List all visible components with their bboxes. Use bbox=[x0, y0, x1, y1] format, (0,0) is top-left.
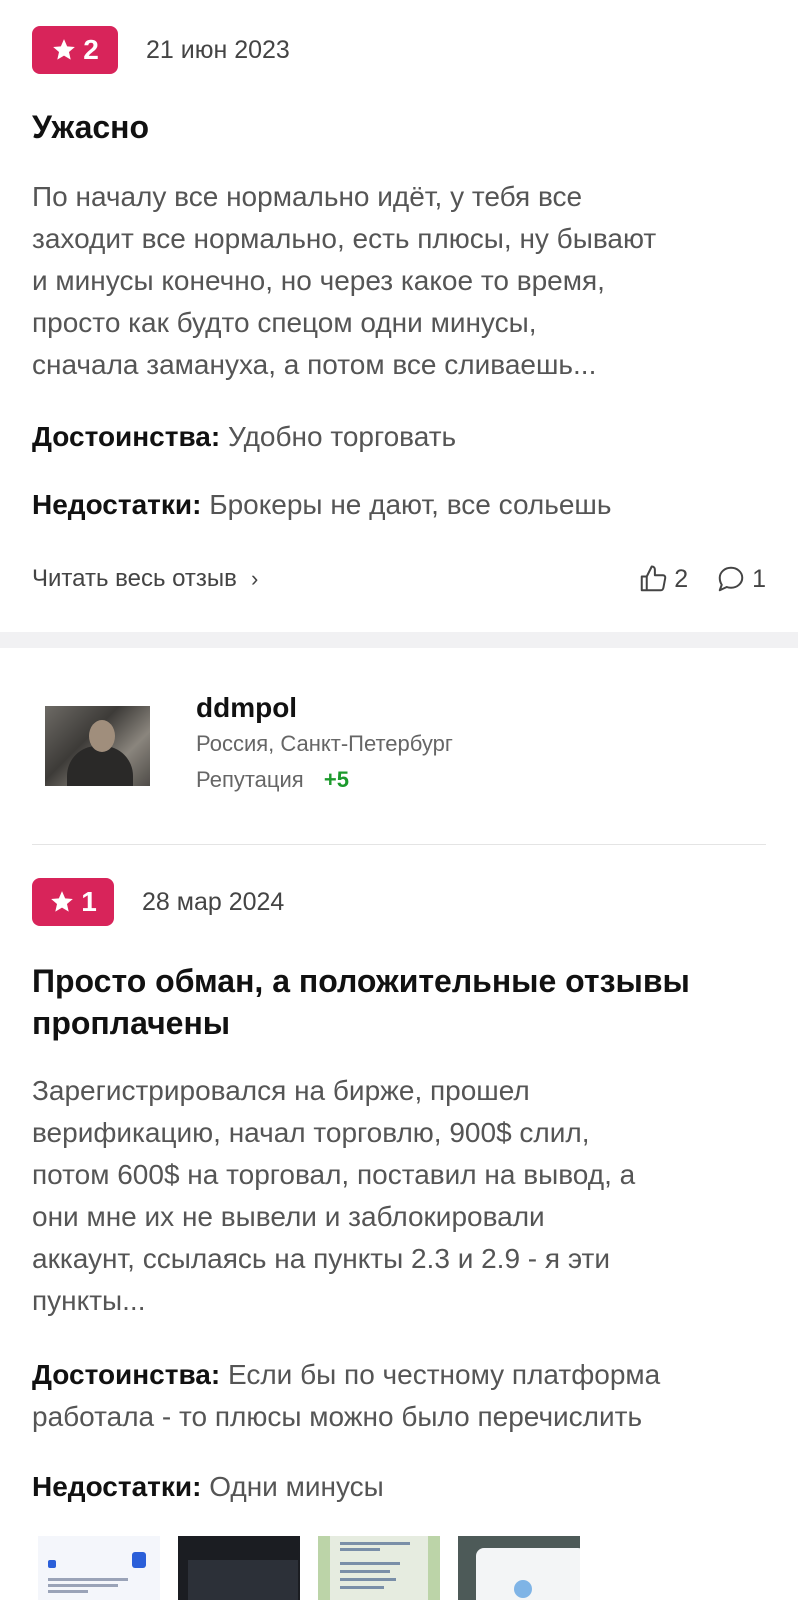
review-pros: Достоинства: Удобно торговать bbox=[32, 416, 456, 458]
review-counters: 2 1 bbox=[610, 564, 766, 594]
cons-text: Одни минусы bbox=[209, 1471, 384, 1502]
review-text-line: просто как будто спецом одни минусы, bbox=[32, 307, 537, 338]
review-text-line: сначала замануха, а потом все сливаешь..… bbox=[32, 349, 597, 380]
review-text-line: Зарегистрировался на бирже, прошел bbox=[32, 1075, 530, 1106]
review-date: 21 июн 2023 bbox=[146, 35, 290, 64]
comment-button[interactable]: 1 bbox=[716, 564, 766, 594]
review-text-line: аккаунт, ссылаясь на пункты 2.3 и 2.9 - … bbox=[32, 1243, 610, 1274]
pros-text: Если бы по честному платформа bbox=[227, 1359, 661, 1390]
review-date: 28 мар 2024 bbox=[142, 887, 285, 916]
reputation-label: Репутация bbox=[196, 767, 304, 792]
photo-thumbnail[interactable] bbox=[458, 1536, 580, 1600]
pros-label: Достоинства: bbox=[32, 1359, 221, 1390]
cons-text: Брокеры не дают, все сольешь bbox=[209, 489, 612, 520]
divider bbox=[32, 844, 766, 845]
thumbs-up-icon bbox=[640, 565, 667, 592]
pros-line: Достоинства: Если бы по честному платфор… bbox=[32, 1354, 782, 1396]
photo-thumbnail[interactable] bbox=[318, 1536, 440, 1600]
reviewer-reputation: Репутация +5 bbox=[196, 762, 453, 798]
reviewer-profile[interactable]: ddmpol Россия, Санкт-Петербург Репутация… bbox=[45, 690, 453, 798]
pros-text: работала - то плюсы можно было перечисли… bbox=[32, 1401, 643, 1432]
review-footer: Читать весь отзыв › 2 1 bbox=[32, 564, 766, 594]
review-text[interactable]: По началу все нормально идёт, у тебя все… bbox=[32, 176, 772, 386]
rating-badge: 1 bbox=[32, 878, 114, 926]
review-title[interactable]: Ужасно bbox=[32, 106, 149, 148]
review-title-line: проплачены bbox=[32, 1005, 231, 1041]
review-text[interactable]: Зарегистрировался на бирже, прошел вериф… bbox=[32, 1070, 772, 1322]
review-meta: 1 28 мар 2024 bbox=[32, 878, 284, 926]
read-full-review-link[interactable]: Читать весь отзыв › bbox=[32, 565, 258, 593]
star-icon bbox=[53, 39, 76, 60]
comment-icon bbox=[718, 566, 744, 592]
reputation-value: +5 bbox=[323, 767, 349, 792]
chevron-right-icon: › bbox=[250, 566, 259, 591]
rating-value: 2 bbox=[83, 34, 99, 65]
cons-label: Недостатки: bbox=[32, 1471, 202, 1502]
rating-badge: 2 bbox=[32, 26, 118, 74]
review-text-line: пункты... bbox=[32, 1285, 146, 1316]
review-photos bbox=[38, 1536, 598, 1600]
reviewer-info: ddmpol Россия, Санкт-Петербург Репутация… bbox=[196, 690, 453, 798]
review-text-line: потом 600$ на торговал, поставил на выво… bbox=[32, 1159, 636, 1190]
review-text-line: По началу все нормально идёт, у тебя все bbox=[32, 181, 583, 212]
reviewer-name[interactable]: ddmpol bbox=[196, 690, 453, 726]
section-separator bbox=[0, 632, 798, 648]
review-text-line: они мне их не вывели и заблокировали bbox=[32, 1201, 545, 1232]
review-text-line: заходит все нормально, есть плюсы, ну бы… bbox=[32, 223, 657, 254]
photo-thumbnail[interactable] bbox=[178, 1536, 300, 1600]
pros-text: Удобно торговать bbox=[227, 421, 457, 452]
rating-value: 1 bbox=[81, 886, 97, 917]
read-more-label: Читать весь отзыв bbox=[32, 565, 237, 592]
review-cons: Недостатки: Брокеры не дают, все сольешь bbox=[32, 484, 611, 526]
avatar[interactable] bbox=[45, 706, 150, 786]
star-icon bbox=[51, 891, 74, 912]
review-pros: Достоинства: Если бы по честному платфор… bbox=[32, 1354, 782, 1438]
review-title-line: Просто обман, а положительные отзывы bbox=[32, 963, 690, 999]
review-text-line: верификацию, начал торговлю, 900$ слил, bbox=[32, 1117, 590, 1148]
like-count: 2 bbox=[674, 564, 689, 593]
pros-label: Достоинства: bbox=[32, 421, 221, 452]
photo-thumbnail[interactable] bbox=[38, 1536, 160, 1600]
cons-label: Недостатки: bbox=[32, 489, 202, 520]
review-title[interactable]: Просто обман, а положительные отзывы про… bbox=[32, 960, 782, 1044]
like-button[interactable]: 2 bbox=[638, 564, 688, 594]
reviewer-location: Россия, Санкт-Петербург bbox=[196, 731, 453, 756]
review-text-line: и минусы конечно, но через какое то врем… bbox=[32, 265, 605, 296]
review-meta: 2 21 июн 2023 bbox=[32, 26, 290, 74]
review-cons: Недостатки: Одни минусы bbox=[32, 1466, 384, 1508]
comment-count: 1 bbox=[752, 564, 766, 593]
